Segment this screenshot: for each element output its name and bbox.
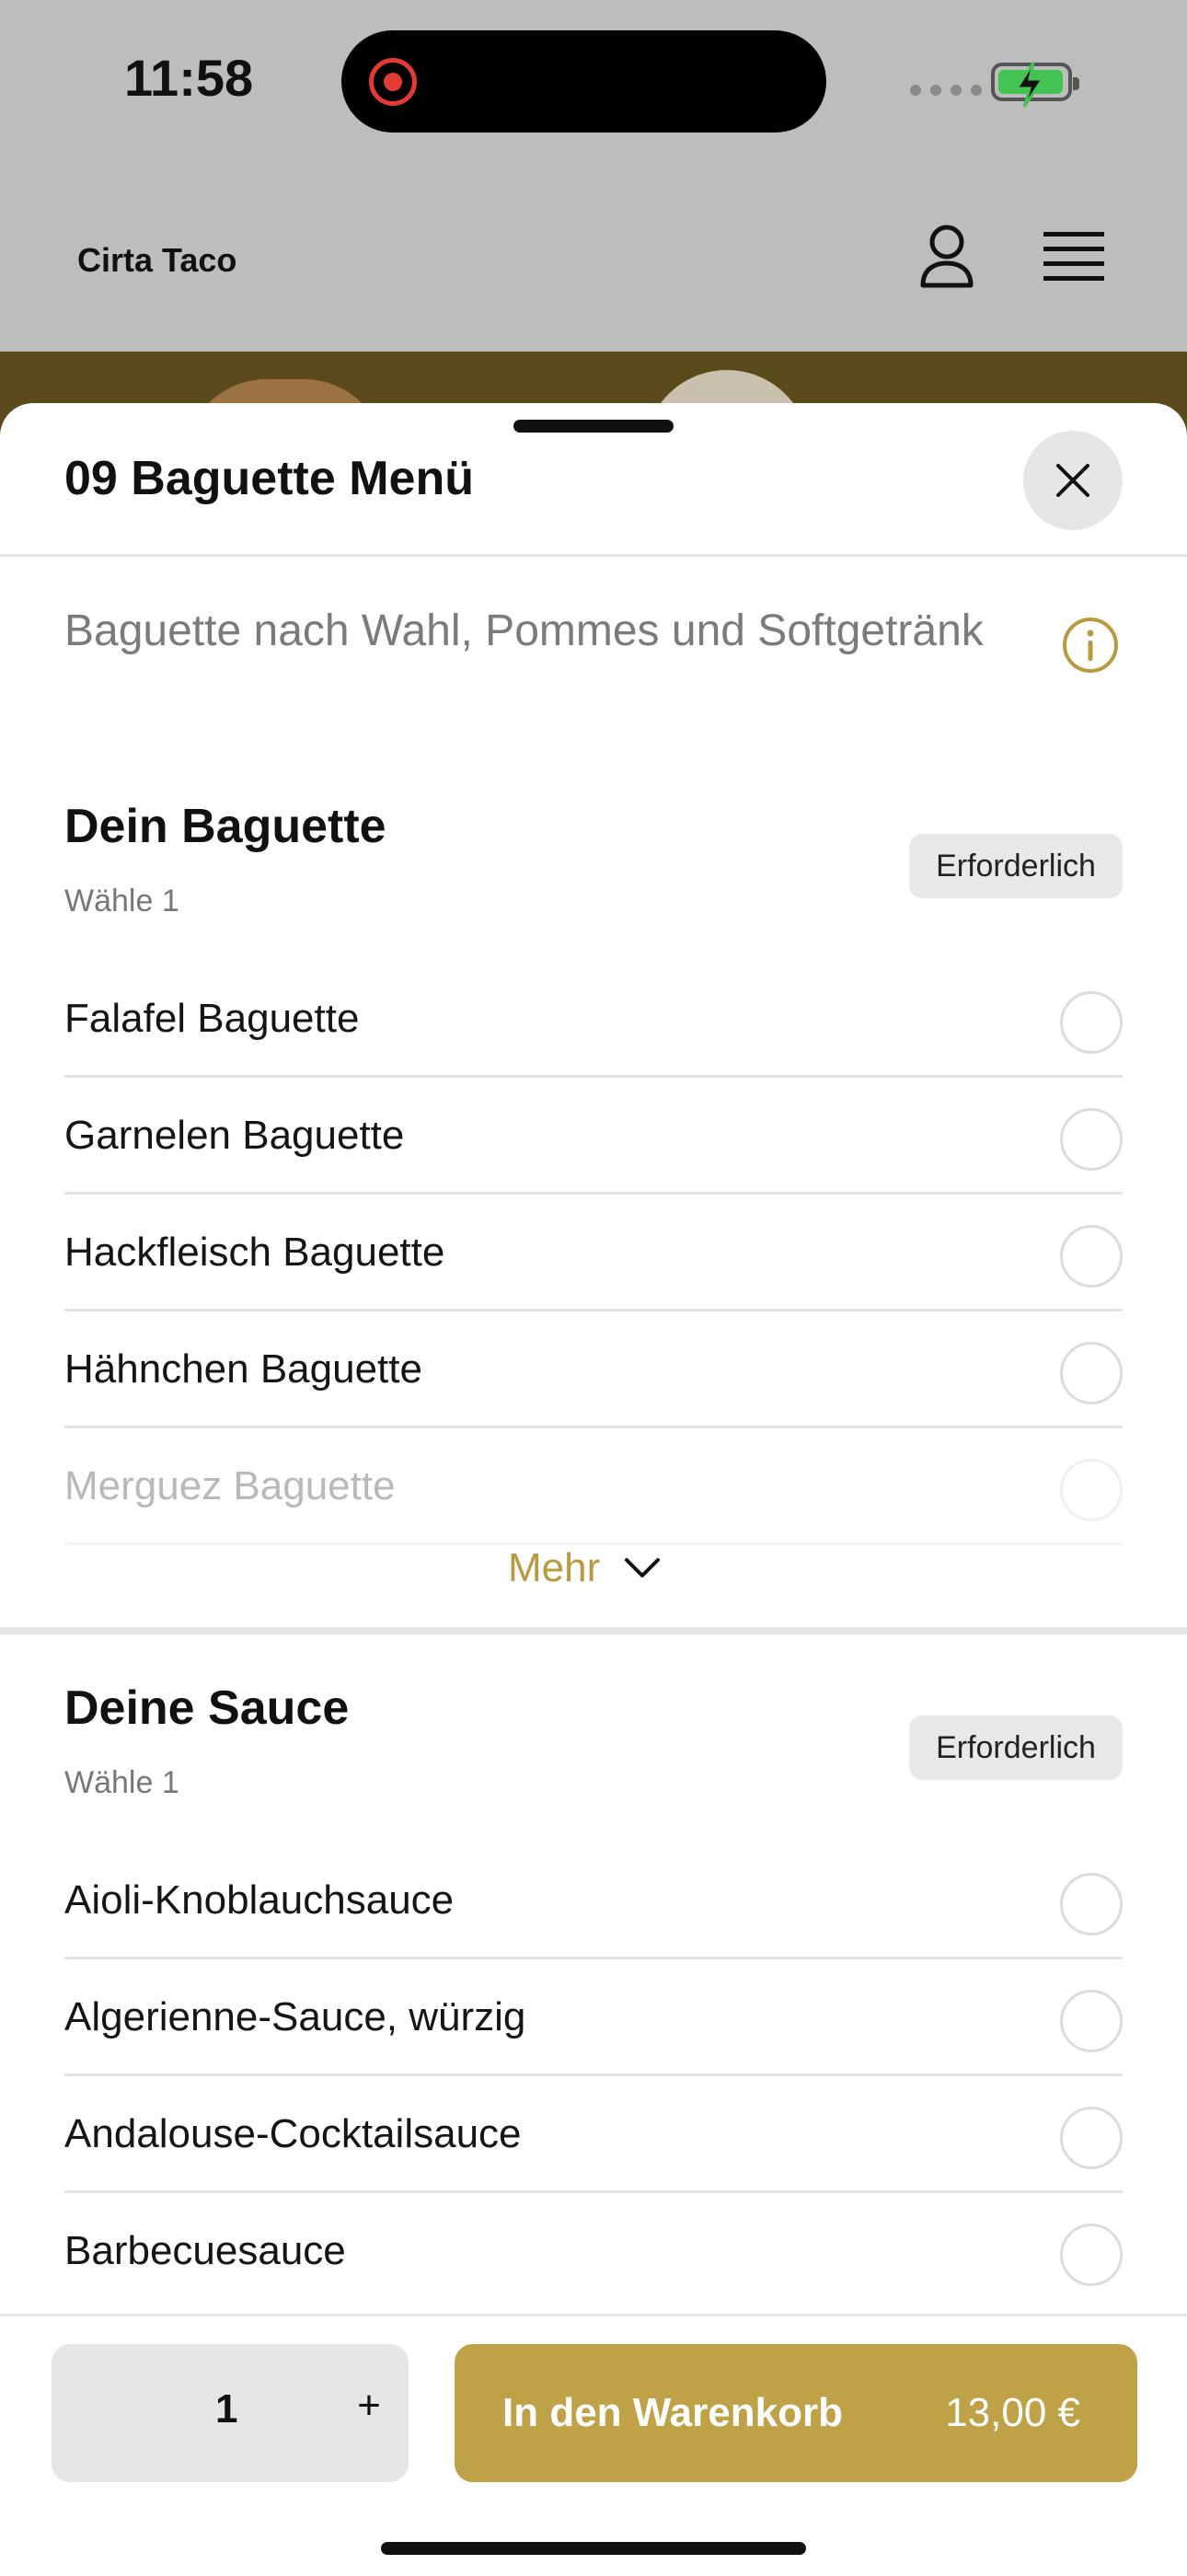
quantity-value: 1 — [215, 2386, 238, 2432]
product-description: Baguette nach Wahl, Pommes und Softgeträ… — [64, 606, 984, 655]
section-divider — [0, 1627, 1187, 1635]
battery-charging-icon — [991, 62, 1079, 108]
close-button[interactable] — [1023, 431, 1123, 530]
option-hackfleisch-baguette[interactable]: Hackfleisch Baguette — [64, 1195, 1123, 1311]
home-indicator[interactable] — [381, 2542, 806, 2555]
radio-button[interactable] — [1060, 991, 1123, 1054]
radio-button[interactable] — [1060, 1342, 1123, 1404]
option-label: Merguez Baguette — [64, 1463, 396, 1508]
account-icon[interactable] — [918, 223, 975, 294]
radio-button[interactable] — [1060, 2224, 1123, 2286]
section-title-baguette: Dein Baguette — [64, 800, 386, 853]
add-to-cart-button[interactable]: In den Warenkorb 13,00 € — [455, 2344, 1137, 2482]
radio-button[interactable] — [1060, 2107, 1123, 2169]
radio-button[interactable] — [1060, 1873, 1123, 1935]
required-badge: Erforderlich — [909, 834, 1123, 898]
sheet-title: 09 Baguette Menü — [64, 452, 474, 505]
option-label: Garnelen Baguette — [64, 1113, 405, 1158]
radio-button[interactable] — [1060, 1459, 1123, 1521]
option-label: Andalouse-Cocktailsauce — [64, 2111, 522, 2156]
section-subtitle-baguette: Wähle 1 — [64, 884, 179, 918]
radio-button[interactable] — [1060, 1108, 1123, 1171]
product-sheet: 09 Baguette Menü Baguette nach Wahl, Pom… — [0, 403, 1187, 2573]
sheet-drag-handle[interactable] — [513, 420, 674, 433]
hamburger-menu-icon[interactable] — [1043, 230, 1104, 288]
dynamic-island — [341, 30, 826, 133]
increment-button[interactable]: + — [346, 2383, 392, 2429]
required-badge: Erforderlich — [909, 1715, 1123, 1780]
info-icon[interactable] — [1062, 617, 1119, 678]
option-haehnchen-baguette[interactable]: Hähnchen Baguette — [64, 1311, 1123, 1428]
brand-name: Cirta Taco — [77, 241, 237, 279]
option-barbecuesauce[interactable]: Barbecuesauce — [64, 2193, 1123, 2310]
option-algerienne-sauce[interactable]: Algerienne-Sauce, würzig — [64, 1959, 1123, 2076]
add-to-cart-label: In den Warenkorb — [502, 2390, 843, 2435]
option-aioli-knoblauchsauce[interactable]: Aioli-Knoblauchsauce — [64, 1842, 1123, 1959]
option-label: Hackfleisch Baguette — [64, 1230, 445, 1275]
option-garnelen-baguette[interactable]: Garnelen Baguette — [64, 1078, 1123, 1195]
bottom-action-bar: 1 + In den Warenkorb 13,00 € — [0, 2314, 1187, 2576]
option-label: Aioli-Knoblauchsauce — [64, 1877, 455, 1923]
option-label: Falafel Baguette — [64, 996, 360, 1041]
option-falafel-baguette[interactable]: Falafel Baguette — [64, 961, 1123, 1078]
option-label: Hähnchen Baguette — [64, 1346, 422, 1392]
total-price: 13,00 € — [945, 2390, 1080, 2435]
option-andalouse-cocktailsauce[interactable]: Andalouse-Cocktailsauce — [64, 2076, 1123, 2193]
show-more-button[interactable]: Mehr — [508, 1541, 661, 1596]
signal-icon — [910, 85, 982, 96]
radio-button[interactable] — [1060, 1990, 1123, 2052]
option-label: Barbecuesauce — [64, 2228, 346, 2273]
screen-recording-icon — [369, 58, 417, 106]
status-time: 11:58 — [124, 49, 254, 107]
status-bar: 11:58 — [0, 0, 1187, 166]
option-label: Algerienne-Sauce, würzig — [64, 1994, 526, 2039]
close-icon — [1056, 464, 1089, 497]
section-subtitle-sauce: Wähle 1 — [64, 1765, 179, 1800]
radio-button[interactable] — [1060, 1225, 1123, 1288]
header-divider — [0, 554, 1187, 557]
option-merguez-baguette[interactable]: Merguez Baguette — [64, 1428, 1123, 1545]
show-more-label: Mehr — [508, 1545, 601, 1590]
chevron-down-icon — [625, 1558, 661, 1577]
quantity-stepper[interactable]: 1 + — [52, 2344, 409, 2482]
section-title-sauce: Deine Sauce — [64, 1681, 350, 1735]
